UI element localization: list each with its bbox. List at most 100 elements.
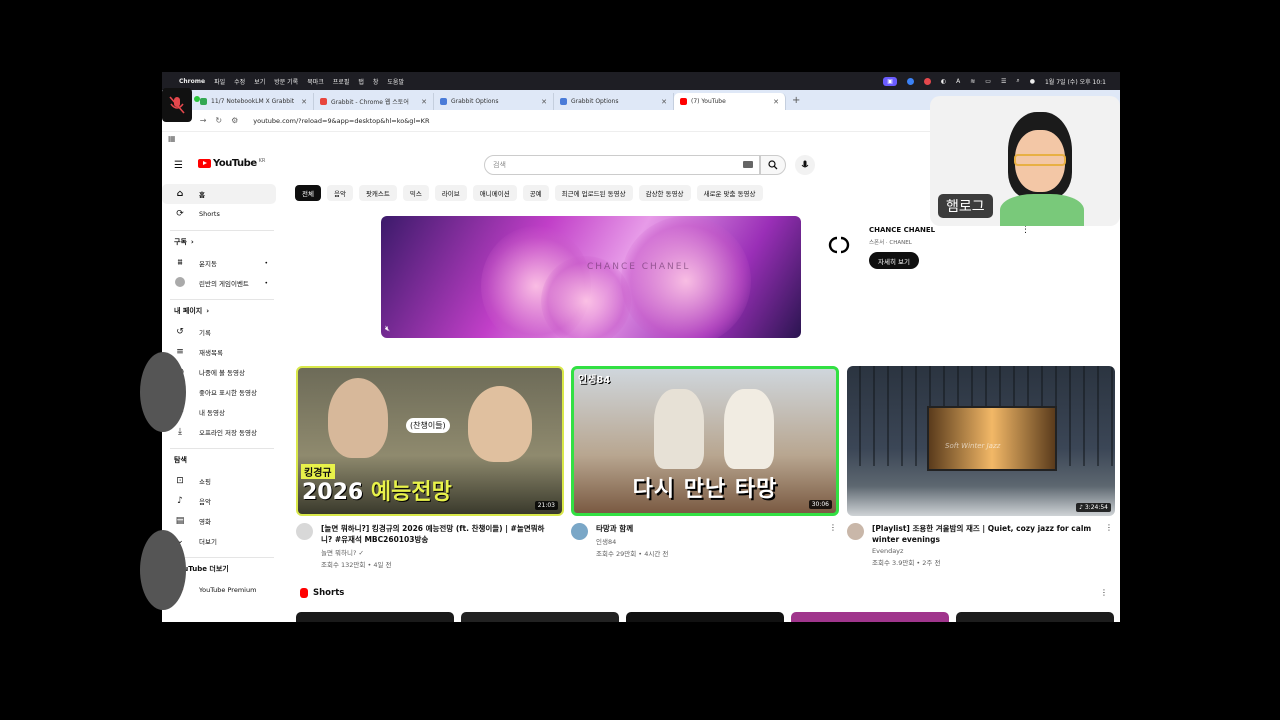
screen-record-icon[interactable]: ▣ <box>883 76 897 86</box>
menubar-item[interactable]: 탭 <box>358 77 364 86</box>
reload-icon[interactable]: ↻ <box>215 116 222 125</box>
voice-search-button[interactable] <box>795 155 815 175</box>
apps-grid-icon[interactable]: ▦ <box>168 134 176 143</box>
chevron-right-icon: › <box>190 238 194 246</box>
close-tab-icon[interactable]: ✕ <box>773 98 779 106</box>
video-card[interactable]: (찬챙이들) 킹경규 2026 예능전망 21:03 [놀면 뭐하니?] 킹경규… <box>296 366 564 569</box>
control-center-icon[interactable]: ☰ <box>1001 78 1006 85</box>
browser-tab[interactable]: 11/7 NotebookLM X Grabbit ✕ <box>194 93 314 110</box>
sidebar-item-music[interactable]: ♪ 음악 <box>162 491 276 511</box>
menubar-item[interactable]: 수정 <box>234 77 245 86</box>
siri-icon[interactable]: ● <box>1030 78 1035 85</box>
status-app-icon[interactable] <box>923 77 931 85</box>
site-settings-icon[interactable]: ⚙ <box>231 116 238 125</box>
menubar-item[interactable]: 창 <box>373 77 379 86</box>
sidebar-item-shopping[interactable]: ⊡ 쇼핑 <box>162 471 276 491</box>
menubar-app-name[interactable]: Chrome <box>179 78 205 85</box>
spotlight-icon[interactable]: ⌕ <box>1016 77 1019 85</box>
sidebar-item-shorts[interactable]: ⟳ Shorts <box>162 204 276 224</box>
shorts-thumbnail[interactable] <box>461 612 619 622</box>
input-source-icon[interactable]: A <box>956 78 960 85</box>
mac-menubar: Chrome 파일 수정 보기 방문 기록 북마크 프로필 탭 창 도움말 ▣ … <box>162 72 1120 90</box>
browser-tab-active[interactable]: (7) YouTube ✕ <box>674 93 786 110</box>
channel-name[interactable]: 인생84 <box>596 536 839 546</box>
status-app-icon[interactable]: ◐ <box>941 78 946 85</box>
browser-tab[interactable]: Grabbit Options ✕ <box>434 93 554 110</box>
video-thumbnail[interactable]: (찬챙이들) 킹경규 2026 예능전망 21:03 <box>296 366 564 516</box>
video-thumbnail[interactable]: 인생84 다시 만난 타망 30:06 <box>571 366 839 516</box>
chip-podcasts[interactable]: 팟캐스트 <box>358 185 397 201</box>
microphone-icon <box>801 160 809 168</box>
chip-animation[interactable]: 애니메이션 <box>472 185 517 201</box>
battery-icon[interactable]: ▭ <box>985 78 991 85</box>
close-tab-icon[interactable]: ✕ <box>421 98 427 106</box>
more-options-icon[interactable]: ⋮ <box>1105 523 1113 532</box>
sidebar-section-subscriptions[interactable]: 구독 › <box>162 231 282 253</box>
more-options-icon[interactable]: ⋮ <box>1021 225 1030 235</box>
forward-icon[interactable]: → <box>200 116 207 125</box>
menubar-item[interactable]: 프로필 <box>333 77 350 86</box>
chip-music[interactable]: 음악 <box>326 185 353 201</box>
sidebar-section-you[interactable]: 내 페이지 › <box>162 300 282 322</box>
channel-avatar[interactable] <box>571 523 588 540</box>
search-input[interactable]: 검색 <box>484 155 760 175</box>
chip-mixes[interactable]: 믹스 <box>402 185 429 201</box>
chip-watched[interactable]: 감상한 동영상 <box>638 185 691 201</box>
menubar-item[interactable]: 도움말 <box>387 77 404 86</box>
muted-volume-icon[interactable]: 🔇︎ <box>385 324 390 334</box>
video-title[interactable]: 타망과 함께 <box>596 523 839 534</box>
status-app-icon[interactable] <box>906 77 914 85</box>
shorts-thumbnail[interactable] <box>791 612 949 622</box>
ad-sponsor-line: 스폰서 · CHANEL <box>869 240 912 246</box>
close-tab-icon[interactable]: ✕ <box>301 98 307 106</box>
ad-title[interactable]: CHANCE CHANEL <box>869 226 935 234</box>
channel-avatar[interactable] <box>847 523 864 540</box>
window-control-icon[interactable] <box>194 96 200 102</box>
sidebar-item-playlists[interactable]: ≡ 재생목록 <box>162 342 276 362</box>
menubar-item[interactable]: 방문 기록 <box>274 77 298 86</box>
keyboard-icon[interactable] <box>743 161 753 168</box>
more-options-icon[interactable]: ⋮ <box>829 523 837 532</box>
sidebar-item-downloads[interactable]: ⤓ 오프라인 저장 동영상 <box>162 422 276 442</box>
menubar-item[interactable]: 북마크 <box>307 77 324 86</box>
chip-crafts[interactable]: 공예 <box>522 185 549 201</box>
browser-tab[interactable]: Grabbit - Chrome 웹 스토어 ✕ <box>314 93 434 110</box>
channel-name[interactable]: 놀면 뭐하니? ✓ <box>321 547 564 557</box>
sidebar-item-home[interactable]: ⌂ 홈 <box>162 184 276 204</box>
shorts-thumbnail[interactable] <box>956 612 1114 622</box>
close-tab-icon[interactable]: ✕ <box>541 98 547 106</box>
close-tab-icon[interactable]: ✕ <box>661 98 667 106</box>
tab-favicon-icon <box>320 98 327 105</box>
menubar-item[interactable]: 보기 <box>254 77 265 86</box>
chip-live[interactable]: 라이브 <box>434 185 467 201</box>
chip-new-to-you[interactable]: 새로운 맞춤 동영상 <box>696 185 763 201</box>
sidebar-item-movies[interactable]: ▤ 영화 <box>162 511 276 531</box>
new-tab-icon[interactable]: + <box>786 95 806 106</box>
youtube-logo[interactable]: YouTube KR <box>198 158 265 169</box>
hamburger-menu-icon[interactable]: ☰ <box>174 160 183 171</box>
video-card[interactable]: 인생84 다시 만난 타망 30:06 타망과 함께 인생84 조회수 29만회… <box>571 366 839 558</box>
video-card[interactable]: Soft Winter Jazz ♪ 3:24:54 [Playlist] 조용… <box>847 366 1115 567</box>
search-button[interactable] <box>760 155 786 175</box>
channel-name[interactable]: Evendayz <box>872 547 1115 555</box>
url-field[interactable]: youtube.com/?reload=9&app=desktop&hl=ko&… <box>253 117 429 125</box>
wifi-icon[interactable]: ≋ <box>970 78 975 85</box>
video-thumbnail[interactable]: Soft Winter Jazz ♪ 3:24:54 <box>847 366 1115 516</box>
shorts-thumbnail[interactable] <box>626 612 784 622</box>
browser-tab[interactable]: Grabbit Options ✕ <box>554 93 674 110</box>
menubar-item[interactable]: 파일 <box>214 77 225 86</box>
video-title[interactable]: [놀면 뭐하니?] 킹경규의 2026 예능전망 (ft. 찬챙이들) | #놀… <box>321 523 564 545</box>
chip-recently-uploaded[interactable]: 최근에 업로드된 동영상 <box>554 185 633 201</box>
video-title[interactable]: [Playlist] 조용한 겨울밤의 재즈 | Quiet, cozy jaz… <box>872 523 1115 545</box>
ad-video-banner[interactable]: CHANCE CHANEL 🔇︎ <box>381 216 801 338</box>
shorts-thumbnail[interactable] <box>296 612 454 622</box>
sidebar-item-subscription[interactable]: ⩩ 윤지동 • <box>162 253 276 273</box>
learn-more-button[interactable]: 자세히 보기 <box>869 252 919 269</box>
section-title: 탐색 <box>174 456 187 464</box>
sidebar-item-subscription[interactable]: 린반의 게임이벤트 • <box>162 273 276 293</box>
video-duration: 30:06 <box>808 500 832 509</box>
channel-avatar[interactable] <box>296 523 313 540</box>
chip-all[interactable]: 전체 <box>295 185 321 201</box>
more-options-icon[interactable]: ⋮ <box>1100 588 1108 597</box>
sidebar-item-history[interactable]: ↺ 기록 <box>162 322 276 342</box>
